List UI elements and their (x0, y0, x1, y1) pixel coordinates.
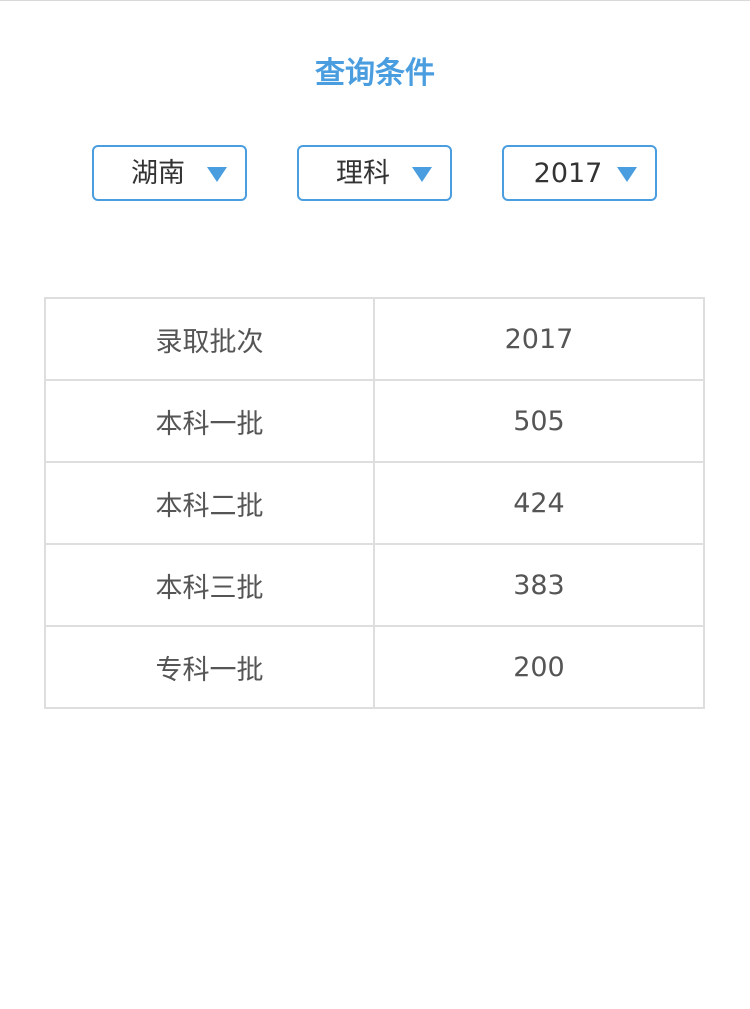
dropdown-arrow-icon (412, 167, 432, 182)
table-row: 专科一批 200 (44, 625, 706, 709)
subject-select-value: 理科 (336, 158, 390, 189)
table-header-row: 录取批次 2017 (44, 297, 706, 381)
table-header-cell: 录取批次 (44, 297, 375, 381)
province-select[interactable]: 湖南 (92, 145, 247, 201)
batch-cell: 本科三批 (44, 543, 375, 627)
page-title: 查询条件 (315, 56, 435, 91)
table-row: 本科二批 424 (44, 461, 706, 545)
dropdown-arrow-icon (617, 167, 637, 182)
score-cell: 383 (372, 543, 706, 627)
year-select-value: 2017 (533, 158, 603, 189)
table-header-cell: 2017 (372, 297, 706, 381)
batch-cell: 专科一批 (44, 625, 375, 709)
year-select[interactable]: 2017 (502, 145, 657, 201)
table-row: 本科一批 505 (44, 379, 706, 463)
batch-cell: 本科二批 (44, 461, 375, 545)
score-cell: 505 (372, 379, 706, 463)
table-row: 本科三批 383 (44, 543, 706, 627)
province-select-value: 湖南 (131, 158, 185, 189)
score-table: 录取批次 2017 本科一批 505 本科二批 424 本科三批 383 专科一… (44, 297, 706, 709)
batch-cell: 本科一批 (44, 379, 375, 463)
score-cell: 200 (372, 625, 706, 709)
dropdown-arrow-icon (207, 167, 227, 182)
top-divider (0, 0, 750, 1)
subject-select[interactable]: 理科 (297, 145, 452, 201)
score-cell: 424 (372, 461, 706, 545)
